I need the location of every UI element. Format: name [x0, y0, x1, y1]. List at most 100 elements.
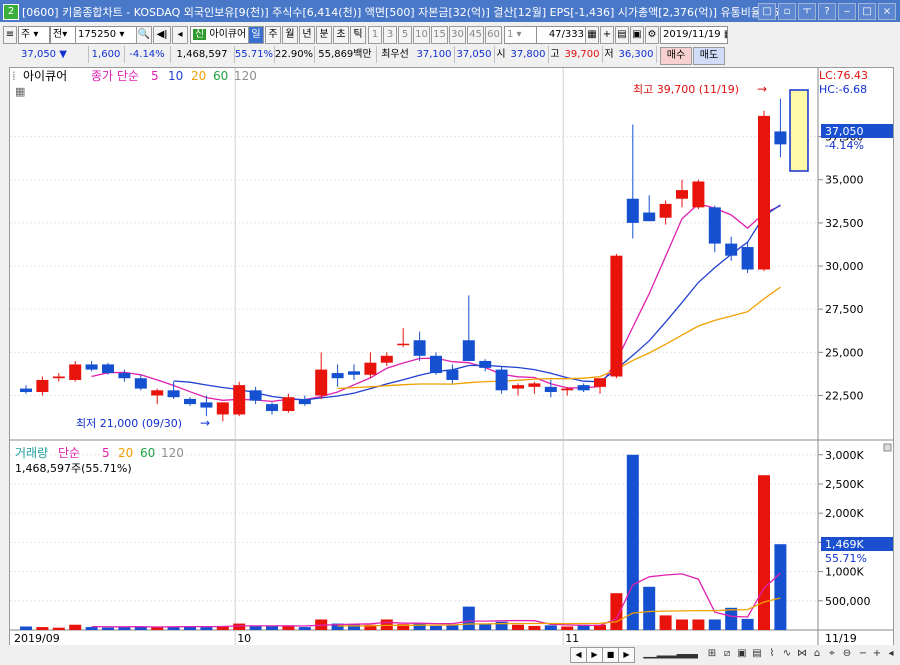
- candle-body: [118, 373, 131, 379]
- box-icon[interactable]: ⌂: [810, 647, 824, 661]
- all-select[interactable]: 전▾: [50, 26, 76, 44]
- interval-45-button[interactable]: 45: [467, 26, 484, 44]
- window-minimize-button[interactable]: ‒: [838, 3, 856, 20]
- window-copy-button[interactable]: ▫: [778, 3, 796, 20]
- interval-3-button[interactable]: 3: [383, 26, 397, 44]
- candles: [20, 98, 787, 422]
- period-second-button[interactable]: 초: [333, 26, 349, 44]
- play-button[interactable]: ▶: [586, 647, 603, 663]
- window-maximize-button[interactable]: □: [858, 3, 876, 20]
- quote-amount: 55,869백만: [314, 46, 377, 63]
- open-label: 시: [496, 49, 506, 60]
- x-tick-label: 2019/09: [14, 632, 60, 645]
- quote-change-pct: -4.14%: [124, 46, 171, 63]
- save-icon[interactable]: ▣: [630, 26, 644, 44]
- zoom-out-icon[interactable]: ⊖: [840, 647, 854, 661]
- window-link-button[interactable]: □: [758, 3, 776, 20]
- candle-body: [315, 369, 328, 396]
- screen-icon[interactable]: ▣: [735, 647, 749, 661]
- period-minute-button[interactable]: 분: [316, 26, 332, 44]
- chart-area[interactable]: 37,50035,00032,50030,00027,50025,00022,5…: [9, 67, 894, 647]
- low-price: 36,300: [616, 46, 657, 63]
- sell-button[interactable]: 매도: [693, 47, 725, 65]
- period-month-button[interactable]: 월: [282, 26, 298, 44]
- price-tick-label: 32,500: [825, 217, 864, 230]
- stock-chart: 37,50035,00032,50030,00027,50025,00022,5…: [10, 68, 893, 646]
- crosshair-icon[interactable]: ⌖: [825, 647, 839, 661]
- candle-body: [479, 360, 492, 368]
- window-help-button[interactable]: ?: [818, 3, 836, 20]
- stop-button[interactable]: ■: [602, 647, 619, 663]
- cur-price-label: 37,050: [825, 125, 864, 138]
- volume-bar: [52, 627, 65, 630]
- zoom-slider[interactable]: ▁▁▂▂▂▃▃▃: [640, 647, 700, 661]
- cross-icon[interactable]: +: [600, 26, 614, 44]
- period-week-button[interactable]: 주: [265, 26, 281, 44]
- window-title: [0600] 키움종합차트 - KOSDAQ 외국인보유[9(천)] 주식수[6…: [22, 6, 780, 19]
- window-close-button[interactable]: ×: [878, 3, 896, 20]
- candle-body: [85, 364, 98, 370]
- cur-volume-pct: 55.71%: [825, 552, 867, 565]
- compare-icon[interactable]: ⋈: [795, 647, 809, 661]
- interval-select[interactable]: 1 ▾: [504, 26, 538, 44]
- print-icon[interactable]: ▤: [750, 647, 764, 661]
- minus-icon[interactable]: −: [856, 647, 870, 661]
- calendar-icon[interactable]: ▦: [721, 29, 727, 40]
- line-tool-icon[interactable]: ⧄: [720, 647, 734, 661]
- scroll-left-button[interactable]: ◀: [570, 647, 587, 663]
- price-tick-label: 30,000: [825, 260, 864, 273]
- price-tick-label: 25,000: [825, 346, 864, 359]
- gear-icon[interactable]: ⚙: [645, 26, 659, 44]
- x-tick-label: 11/19: [825, 632, 857, 645]
- period-day-button[interactable]: 일: [248, 26, 264, 44]
- title-bar: 2 [0600] 키움종합차트 - KOSDAQ 외국인보유[9(천)] 주식수…: [0, 0, 900, 22]
- volume-bar: [479, 624, 492, 630]
- list-icon[interactable]: ≡: [3, 26, 17, 44]
- setup-icon[interactable]: ▤: [615, 26, 629, 44]
- candle-body: [594, 378, 606, 387]
- volume-title: 거래량: [15, 446, 48, 460]
- date-input[interactable]: 2019/11/19 ▦: [660, 26, 728, 44]
- collapse-icon[interactable]: ⁞: [12, 69, 16, 83]
- sound-icon[interactable]: ◀ǀ: [153, 26, 171, 44]
- interval-15-button[interactable]: 15: [431, 26, 448, 44]
- candle-body: [626, 198, 639, 223]
- volume-bar: [282, 626, 295, 630]
- line-chart-icon[interactable]: ⌇: [765, 647, 779, 661]
- cur-pct-label: -4.14%: [825, 139, 864, 152]
- wave-icon[interactable]: ∿: [780, 647, 794, 661]
- volume-bar: [200, 627, 213, 630]
- candle-body: [544, 386, 557, 393]
- interval-60-button[interactable]: 60: [485, 26, 502, 44]
- interval-5-button[interactable]: 5: [398, 26, 412, 44]
- stock-code-input[interactable]: 175250 ▾: [75, 26, 138, 44]
- prediction-box[interactable]: [789, 89, 809, 172]
- candle-body: [348, 371, 360, 375]
- period-tick-button[interactable]: 틱: [350, 26, 366, 44]
- candle-body: [184, 398, 196, 405]
- interval-30-button[interactable]: 30: [449, 26, 466, 44]
- volume-bar: [266, 626, 278, 630]
- market-select[interactable]: 주 ▾: [18, 26, 50, 44]
- scroll-right-button[interactable]: ▶: [618, 647, 635, 663]
- candle-body: [298, 398, 311, 405]
- search-icon[interactable]: 🔍: [136, 26, 152, 44]
- stock-code-value: 175250: [78, 29, 117, 40]
- interval-10-button[interactable]: 10: [413, 26, 430, 44]
- reset-icon[interactable]: ◂: [884, 647, 898, 661]
- indicator-icon[interactable]: ⊞: [705, 647, 719, 661]
- buy-button[interactable]: 매수: [660, 47, 692, 65]
- plus-icon[interactable]: +: [870, 647, 884, 661]
- candle-body: [364, 362, 377, 375]
- window-pin-button[interactable]: ㅜ: [798, 3, 816, 20]
- grid-icon[interactable]: ▦: [15, 85, 25, 98]
- market-select-value: 주: [21, 29, 31, 40]
- prev-stock-icon[interactable]: ◂: [172, 26, 188, 44]
- candle-body: [774, 131, 787, 145]
- candle-body: [216, 402, 229, 415]
- volume-ma-5-line: [91, 572, 781, 628]
- table-icon[interactable]: ▦: [585, 26, 599, 44]
- vol-ma-120-label: 120: [161, 446, 184, 460]
- interval-1-button[interactable]: 1: [368, 26, 382, 44]
- period-year-button[interactable]: 년: [299, 26, 315, 44]
